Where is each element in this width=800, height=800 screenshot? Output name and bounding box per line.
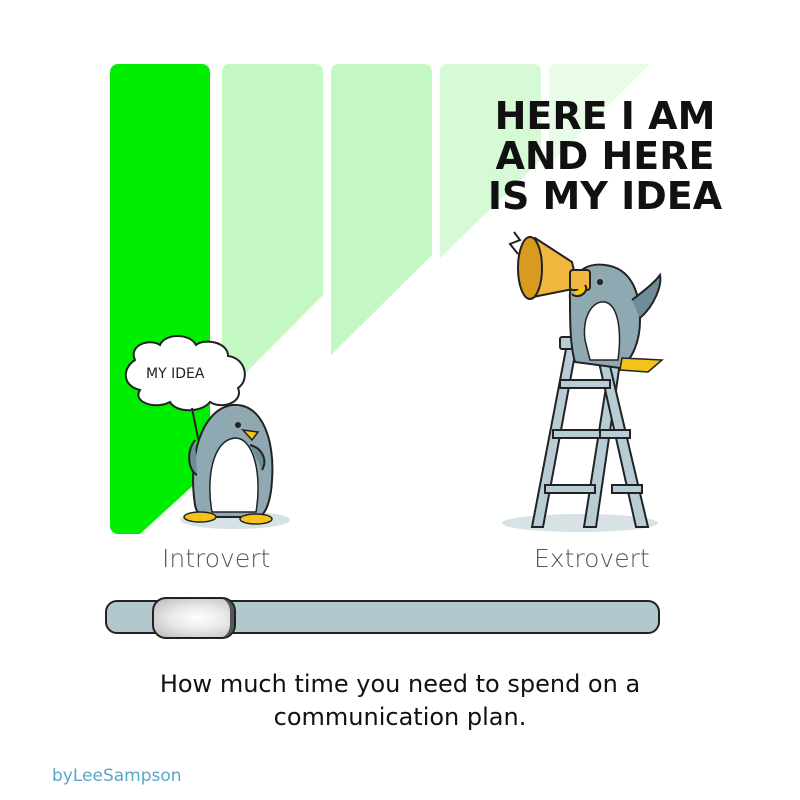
shout-text: HERE I AM AND HERE IS MY IDEA — [470, 96, 740, 216]
introvert-label: Introvert — [162, 544, 271, 573]
shout-line-3: IS MY IDEA — [487, 174, 723, 218]
extrovert-label: Extrovert — [534, 544, 650, 573]
shout-line-1: HERE I AM — [494, 94, 716, 138]
bar-2 — [222, 64, 323, 397]
slider-thumb-icon[interactable] — [152, 597, 236, 639]
caption-line-2: communication plan. — [273, 703, 527, 731]
caption: How much time you need to spend on a com… — [60, 668, 740, 734]
author-credit: byLeeSampson — [52, 766, 182, 786]
caption-line-1: How much time you need to spend on a — [159, 670, 641, 698]
shout-line-2: AND HERE — [495, 134, 715, 178]
thought-bubble-text: MY IDEA — [146, 366, 205, 382]
